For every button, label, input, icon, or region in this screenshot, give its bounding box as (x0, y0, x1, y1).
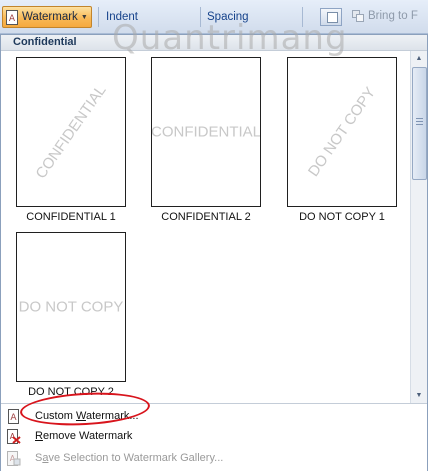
gallery-item-do-not-copy-2[interactable]: DO NOT COPY (16, 232, 126, 382)
bring-to-front-icon (352, 10, 364, 22)
gallery-item-caption: CONFIDENTIAL 2 (161, 211, 251, 223)
spacing-label: Spacing (207, 11, 249, 23)
save-selection-icon: A (7, 451, 21, 466)
gallery-item-confidential-1[interactable]: CONFIDENTIAL (16, 57, 126, 207)
ribbon-divider (200, 7, 201, 27)
section-title: Confidential (13, 36, 77, 48)
watermark-gallery: CONFIDENTIAL CONFIDENTIAL 1 CONFIDENTIAL… (1, 51, 409, 401)
gallery-item-confidential-2[interactable]: CONFIDENTIAL (151, 57, 261, 207)
gallery-item-caption: DO NOT COPY 1 (299, 211, 385, 223)
ribbon-divider (98, 7, 99, 27)
svg-text:A: A (9, 14, 16, 24)
svg-text:A: A (10, 413, 17, 423)
custom-watermark-icon: A (8, 409, 19, 424)
scroll-down-icon[interactable]: ▼ (411, 388, 427, 403)
position-icon[interactable] (320, 8, 342, 26)
ribbon-bar: A Watermark ▼ Indent Spacing Bring to F (0, 0, 428, 34)
ribbon-divider (302, 7, 303, 27)
watermark-menu: A Custom Watermark... A Remove Watermark… (1, 403, 427, 471)
custom-watermark-item[interactable]: A Custom Watermark... (1, 407, 427, 427)
remove-watermark-item[interactable]: A Remove Watermark (1, 427, 427, 447)
gallery-scrollbar[interactable]: ▲ ▼ (410, 51, 427, 404)
scroll-up-icon[interactable]: ▲ (411, 51, 427, 66)
remove-watermark-label: Remove Watermark (35, 430, 133, 442)
watermark-doc-icon: A (6, 9, 18, 25)
indent-label: Indent (106, 11, 138, 23)
bring-to-front-button[interactable]: Bring to F (352, 10, 418, 22)
remove-watermark-icon: A (7, 429, 21, 444)
gallery-item-caption: CONFIDENTIAL 1 (26, 211, 116, 223)
scrollbar-thumb[interactable] (412, 67, 427, 180)
chevron-down-icon: ▼ (80, 13, 88, 21)
watermark-dropdown: Confidential CONFIDENTIAL CONFIDENTIAL 1… (0, 34, 428, 471)
watermark-preview-text: CONFIDENTIAL (32, 82, 110, 182)
gallery-item-do-not-copy-1[interactable]: DO NOT COPY (287, 57, 397, 207)
watermark-preview-text: DO NOT COPY (304, 84, 380, 180)
custom-watermark-label: Custom Watermark... (35, 410, 139, 422)
watermark-preview-text: CONFIDENTIAL (151, 123, 261, 141)
gallery-item-caption: DO NOT COPY 2 (28, 386, 114, 398)
save-selection-item: A Save Selection to Watermark Gallery... (1, 449, 427, 469)
bring-to-front-label: Bring to F (368, 10, 418, 22)
gallery-section-header: Confidential (1, 35, 427, 51)
watermark-button[interactable]: A Watermark ▼ (2, 6, 92, 28)
watermark-button-label: Watermark (22, 11, 78, 23)
watermark-preview-text: DO NOT COPY (18, 298, 124, 316)
save-selection-label: Save Selection to Watermark Gallery... (35, 452, 224, 464)
